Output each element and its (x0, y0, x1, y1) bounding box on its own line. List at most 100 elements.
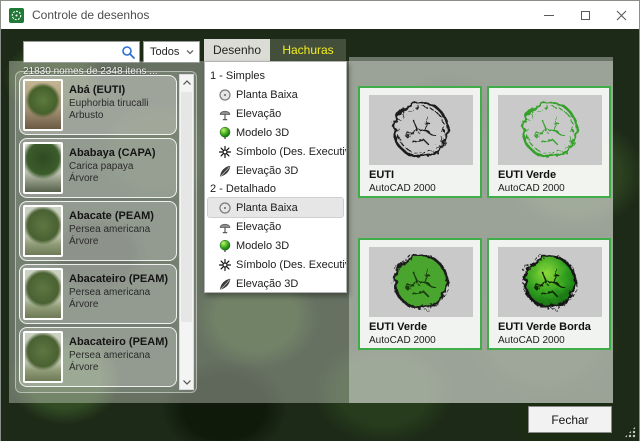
filter-dropdown-value: Todos (150, 46, 180, 58)
dialog-content: Todos 21830 nomes de 2348 itens ... Abá … (1, 29, 639, 441)
tab-desenho[interactable]: Desenho (204, 39, 270, 61)
fechar-button[interactable]: Fechar (528, 406, 612, 433)
tree-item-label: Modelo 3D (236, 126, 290, 139)
search-box (23, 41, 140, 63)
tree-item[interactable]: Modelo 3D (208, 123, 343, 142)
chevron-up-icon (182, 79, 191, 85)
close-button-titlebar[interactable] (603, 1, 639, 29)
plant-thumbnail (23, 268, 63, 320)
plant-texts: Abacate (PEAM) Persea americana Árvore (69, 205, 154, 257)
plant-list: Abá (EUTI) Euphorbia tirucalli Arbusto A… (15, 71, 197, 393)
plant-name: Abacateiro (PEAM) (69, 273, 169, 285)
green-sphere-icon (218, 239, 232, 253)
scroll-up-button[interactable] (180, 75, 193, 90)
drawing-card-format: AutoCAD 2000 (498, 335, 565, 346)
plan-view-icon (218, 88, 232, 102)
tree-item[interactable]: Elevação (208, 104, 343, 123)
green-sphere-icon (218, 126, 232, 140)
scroll-down-button[interactable] (180, 374, 193, 389)
tree-item-label: Elevação (236, 220, 282, 233)
chevron-down-icon (182, 379, 191, 385)
tree-group-label[interactable]: 1 - Simples (208, 67, 343, 85)
drawing-card[interactable]: EUTI Verde Borda AutoCAD 2000 (487, 238, 611, 350)
tree-item-label: Símbolo (Des. Executivo) (236, 258, 346, 271)
plant-name: Abá (EUTI) (69, 84, 126, 96)
drawing-card-format: AutoCAD 2000 (369, 183, 436, 194)
plant-list-scrollbar[interactable] (179, 74, 194, 390)
drawing-card-format: AutoCAD 2000 (498, 183, 565, 194)
resize-grip[interactable] (624, 426, 636, 438)
plant-list-item[interactable]: Abacateiro (PEAM) Persea americana Árvor… (19, 264, 177, 324)
drawing-card[interactable]: EUTI Verde AutoCAD 2000 (487, 86, 611, 198)
plan-view-icon (218, 201, 232, 215)
plant-thumbnail (23, 142, 63, 194)
tree-item-label: Elevação 3D (236, 277, 299, 290)
drawing-preview (498, 95, 602, 165)
tree-item[interactable]: Símbolo (Des. Executivo) (208, 255, 346, 274)
plant-thumbnail (23, 79, 63, 131)
maximize-icon (580, 10, 590, 20)
plant-list-item[interactable]: Ababaya (CAPA) Carica papaya Árvore (19, 138, 177, 198)
drawing-preview (369, 95, 473, 165)
plant-type: Árvore (69, 299, 99, 310)
tree-item-label: Elevação 3D (236, 164, 299, 177)
plant-species: Carica papaya (69, 161, 134, 172)
plant-type: Árvore (69, 362, 99, 373)
plant-type: Arbusto (69, 110, 104, 121)
plant-species: Persea americana (69, 287, 151, 298)
leaf-3d-icon (218, 164, 232, 178)
plant-thumbnail (23, 331, 63, 383)
tab-hachuras[interactable]: Hachuras (270, 39, 346, 61)
tree-item-label: Elevação (236, 107, 282, 120)
plant-texts: Abacateiro (PEAM) Persea americana Árvor… (69, 331, 168, 383)
drawing-card-format: AutoCAD 2000 (369, 335, 436, 346)
tree-item-label: Modelo 3D (236, 239, 290, 252)
tab-desenho-label: Desenho (212, 43, 262, 57)
window-title: Controle de desenhos (32, 8, 150, 22)
tree-item[interactable]: Modelo 3D (208, 236, 343, 255)
tree-item[interactable]: Elevação 3D (208, 274, 343, 292)
drawing-card-title: EUTI Verde Borda (498, 321, 591, 333)
leaf-3d-icon (218, 277, 232, 291)
tree-item[interactable]: Elevação 3D (208, 161, 343, 180)
plant-species: Persea americana (69, 350, 151, 361)
tree-elevation-icon (218, 107, 232, 121)
tab-hachuras-label: Hachuras (282, 43, 334, 57)
drawing-preview (498, 247, 602, 317)
plant-name: Ababaya (CAPA) (69, 147, 156, 159)
drawing-card[interactable]: EUTI Verde AutoCAD 2000 (358, 238, 482, 350)
minimize-button[interactable] (531, 1, 567, 29)
filter-dropdown[interactable]: Todos (143, 41, 200, 63)
tree-item-label: Símbolo (Des. Executivo) (236, 145, 346, 158)
plant-list-item[interactable]: Abacate (PEAM) Persea americana Árvore (19, 201, 177, 261)
plant-species: Persea americana (69, 224, 151, 235)
minimize-icon (544, 14, 554, 16)
title-bar: Controle de desenhos (1, 1, 639, 29)
tree-item[interactable]: Símbolo (Des. Executivo) (208, 142, 346, 161)
tree-group-label[interactable]: 2 - Detalhado (208, 180, 343, 198)
drawing-card[interactable]: EUTI AutoCAD 2000 (358, 86, 482, 198)
plant-list-item[interactable]: Abacateiro (PEAM) Persea americana Árvor… (19, 327, 177, 387)
window-controls (531, 1, 639, 29)
plant-type: Árvore (69, 236, 99, 247)
drawing-type-tree: 1 - Simples Planta Baixa Elevação Modelo… (204, 61, 347, 293)
close-icon (616, 10, 626, 20)
drawing-preview (369, 247, 473, 317)
search-icon[interactable] (121, 45, 136, 60)
symbol-burst-icon (218, 145, 232, 159)
drawing-card-title: EUTI (369, 169, 395, 181)
search-input[interactable] (26, 42, 121, 62)
plant-texts: Ababaya (CAPA) Carica papaya Árvore (69, 142, 156, 194)
plant-texts: Abá (EUTI) Euphorbia tirucalli Arbusto (69, 79, 149, 131)
tree-item-label: Planta Baixa (236, 201, 298, 214)
tree-item[interactable]: Elevação (208, 217, 343, 236)
tree-item[interactable]: Planta Baixa (207, 197, 344, 218)
dialog-window: Controle de desenhos Todos 21830 nomes d… (0, 0, 640, 441)
maximize-button[interactable] (567, 1, 603, 29)
plant-list-item[interactable]: Abá (EUTI) Euphorbia tirucalli Arbusto (19, 75, 177, 135)
app-icon (9, 7, 24, 23)
scrollbar-thumb[interactable] (181, 92, 192, 322)
plant-thumbnail (23, 205, 63, 257)
chevron-down-icon (186, 50, 194, 55)
tree-item[interactable]: Planta Baixa (208, 85, 343, 104)
